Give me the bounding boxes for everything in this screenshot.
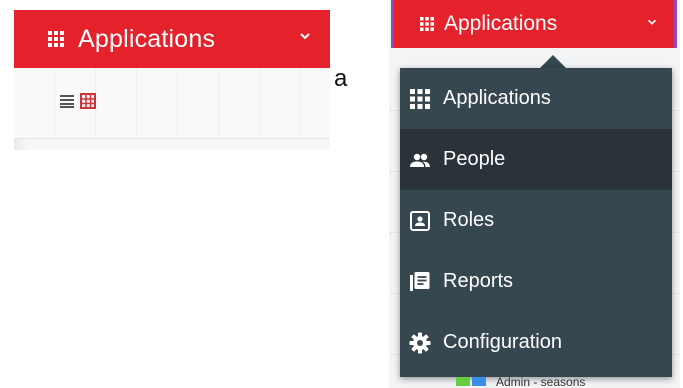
table-view-icon[interactable] — [80, 93, 96, 109]
people-icon — [410, 153, 430, 167]
menu-item-configuration[interactable]: Configuration — [400, 312, 672, 373]
applications-menu-button[interactable]: Applications — [14, 10, 330, 68]
reports-icon — [410, 271, 430, 291]
chevron-down-icon — [300, 33, 310, 40]
status-chip — [472, 377, 486, 386]
menu-item-label: Configuration — [443, 331, 562, 353]
menu-item-label: Roles — [443, 209, 495, 231]
applications-title: Applications — [78, 24, 216, 53]
dropdown-caret — [540, 55, 566, 68]
badge-icon — [410, 210, 430, 231]
status-chip — [456, 377, 470, 386]
view-toolbar — [14, 68, 330, 139]
menu-item-label: Applications — [443, 87, 551, 109]
chevron-down-icon — [647, 19, 657, 25]
right-panel: Applications Applications People Roles R… — [389, 0, 680, 388]
list-view-icon[interactable] — [60, 94, 74, 108]
menu-item-label: People — [443, 148, 506, 170]
menu-item-people[interactable]: People — [400, 129, 672, 190]
menu-item-reports[interactable]: Reports — [400, 251, 672, 312]
applications-title: Applications — [444, 12, 558, 35]
gear-icon — [409, 332, 431, 353]
menu-item-roles[interactable]: Roles — [400, 190, 672, 251]
grid-icon — [420, 17, 434, 31]
grid-icon — [48, 31, 64, 47]
left-panel: Applications — [14, 10, 330, 150]
figure-caption: a — [334, 65, 348, 92]
grid-icon — [410, 88, 430, 109]
applications-dropdown-menu: Applications People Roles Reports Config… — [400, 68, 672, 377]
menu-item-applications[interactable]: Applications — [400, 68, 672, 129]
peek-text: Admin - seasons — [496, 377, 586, 388]
background-row-peek: Admin - seasons — [456, 377, 676, 388]
applications-menu-button[interactable]: Applications — [391, 0, 677, 48]
menu-item-label: Reports — [443, 270, 514, 292]
